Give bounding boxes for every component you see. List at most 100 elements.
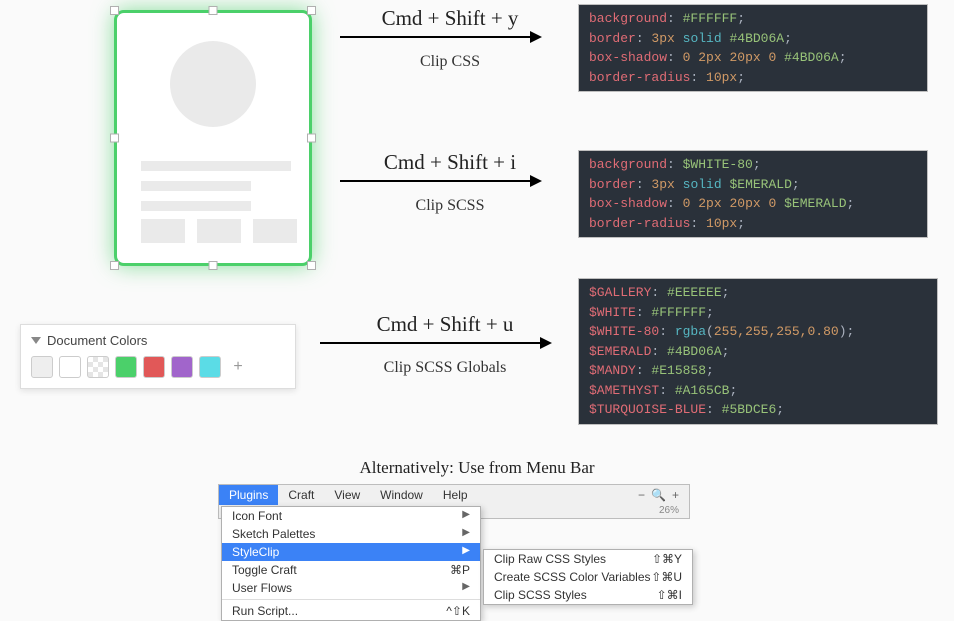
menu-shortcut: ⇧⌘Y <box>652 552 682 566</box>
swatch[interactable] <box>115 356 137 378</box>
num: 0 <box>683 196 691 211</box>
val: #A165CB <box>675 383 730 398</box>
val: $EMERALD <box>729 177 791 192</box>
val: #4BD06A <box>667 344 722 359</box>
zoom-controls: − 🔍 + <box>628 485 689 505</box>
menu-window[interactable]: Window <box>370 485 433 505</box>
num: 2px <box>698 196 721 211</box>
document-colors-panel: Document Colors + <box>20 324 296 389</box>
num: 3px <box>651 177 674 192</box>
resize-handle[interactable] <box>110 6 119 15</box>
code-globals-output: $GALLERY: #EEEEEE; $WHITE: #FFFFFF; $WHI… <box>578 278 938 425</box>
var: $GALLERY <box>589 285 651 300</box>
menu-item-styleclip[interactable]: StyleClip▶ <box>222 543 480 561</box>
avatar-placeholder <box>170 41 256 127</box>
prop: background <box>589 11 667 26</box>
code-scss-output: background: $WHITE-80; border: 3px solid… <box>578 150 928 238</box>
menu-label: Icon Font <box>232 509 282 523</box>
menu-plugins[interactable]: Plugins <box>219 485 278 505</box>
menu-shortcut: ^⇧K <box>446 604 470 618</box>
val: #4BD06A <box>784 50 839 65</box>
panel-header[interactable]: Document Colors <box>21 325 295 356</box>
menu-view[interactable]: View <box>324 485 370 505</box>
swatch[interactable] <box>199 356 221 378</box>
resize-handle[interactable] <box>110 134 119 143</box>
num: 255,255,255, <box>714 324 808 339</box>
menu-help[interactable]: Help <box>433 485 478 505</box>
menu-item[interactable]: Icon Font ▶ <box>222 507 480 525</box>
arrow-icon <box>320 342 550 344</box>
shortcut-clip-globals: Cmd + Shift + u Clip SCSS Globals <box>320 312 570 377</box>
menu-craft[interactable]: Craft <box>278 485 324 505</box>
submenu-arrow-icon: ▶ <box>462 527 470 541</box>
alt-title: Alternatively: Use from Menu Bar <box>0 458 954 478</box>
var: $MANDY <box>589 363 636 378</box>
pill <box>141 219 185 243</box>
kbd-shortcut: Cmd + Shift + y <box>340 6 560 31</box>
val: $EMERALD <box>784 196 846 211</box>
swatch[interactable] <box>171 356 193 378</box>
val: #5BDCE6 <box>722 402 777 417</box>
resize-handle[interactable] <box>307 134 316 143</box>
menu-item[interactable]: Run Script... ^⇧K <box>222 602 480 620</box>
panel-title: Document Colors <box>47 333 147 348</box>
add-swatch-button[interactable]: + <box>227 356 249 378</box>
swatch[interactable] <box>31 356 53 378</box>
submenu-item-create-scss-vars[interactable]: Create SCSS Color Variables⇧⌘U <box>484 568 692 586</box>
zoom-out-button[interactable]: − <box>638 488 645 502</box>
resize-handle[interactable] <box>110 261 119 270</box>
menu-label: Toggle Craft <box>232 563 297 577</box>
swatch[interactable] <box>143 356 165 378</box>
swatch[interactable] <box>59 356 81 378</box>
var: $WHITE <box>589 305 636 320</box>
prop: border-radius <box>589 216 690 231</box>
menu-label: Sketch Palettes <box>232 527 315 541</box>
menu-item[interactable]: Toggle Craft ⌘P <box>222 561 480 579</box>
prop: box-shadow <box>589 196 667 211</box>
styleclip-submenu: Clip Raw CSS Styles⇧⌘Y Create SCSS Color… <box>483 549 693 605</box>
swatch-transparent-icon[interactable] <box>87 356 109 378</box>
arrow-icon <box>340 36 540 38</box>
val: #FFFFFF <box>651 305 706 320</box>
menu-shortcut: ⇧⌘U <box>651 570 682 584</box>
resize-handle[interactable] <box>307 261 316 270</box>
prop: border <box>589 177 636 192</box>
selected-layer-card <box>108 4 318 272</box>
submenu-arrow-icon: ▶ <box>462 509 470 523</box>
var: $EMERALD <box>589 344 651 359</box>
var: $WHITE-80 <box>589 324 659 339</box>
submenu-item-clip-raw-css[interactable]: Clip Raw CSS Styles⇧⌘Y <box>484 550 692 568</box>
submenu-item-clip-scss[interactable]: Clip SCSS Styles⇧⌘I <box>484 586 692 604</box>
num: 20px <box>729 196 760 211</box>
resize-handle[interactable] <box>307 6 316 15</box>
swatch-row: + <box>21 356 295 388</box>
resize-handle[interactable] <box>209 6 218 15</box>
pill <box>197 219 241 243</box>
shortcut-desc: Clip SCSS Globals <box>320 359 570 377</box>
magnifier-icon: 🔍 <box>651 488 666 502</box>
val: #EEEEEE <box>667 285 722 300</box>
val: #E15858 <box>651 363 706 378</box>
chevron-down-icon <box>31 337 41 344</box>
num: 10px <box>706 70 737 85</box>
num: 3px <box>651 31 674 46</box>
num: 0 <box>683 50 691 65</box>
menu-label: User Flows <box>232 581 292 595</box>
zoom-in-button[interactable]: + <box>672 488 679 502</box>
val: #4BD06A <box>729 31 784 46</box>
menu-item[interactable]: User Flows ▶ <box>222 579 480 597</box>
shortcut-clip-scss: Cmd + Shift + i Clip SCSS <box>340 150 560 215</box>
menu-label: Run Script... <box>232 604 298 618</box>
text-line <box>141 201 251 211</box>
var: $AMETHYST <box>589 383 659 398</box>
shortcut-desc: Clip CSS <box>340 53 560 71</box>
resize-handle[interactable] <box>209 261 218 270</box>
prop: border-radius <box>589 70 690 85</box>
num: 0 <box>769 196 777 211</box>
submenu-arrow-icon: ▶ <box>462 545 470 559</box>
menu-item[interactable]: Sketch Palettes ▶ <box>222 525 480 543</box>
submenu-arrow-icon: ▶ <box>462 581 470 595</box>
card-body <box>114 10 312 266</box>
menu-shortcut: ⌘P <box>450 563 470 577</box>
pill <box>253 219 297 243</box>
